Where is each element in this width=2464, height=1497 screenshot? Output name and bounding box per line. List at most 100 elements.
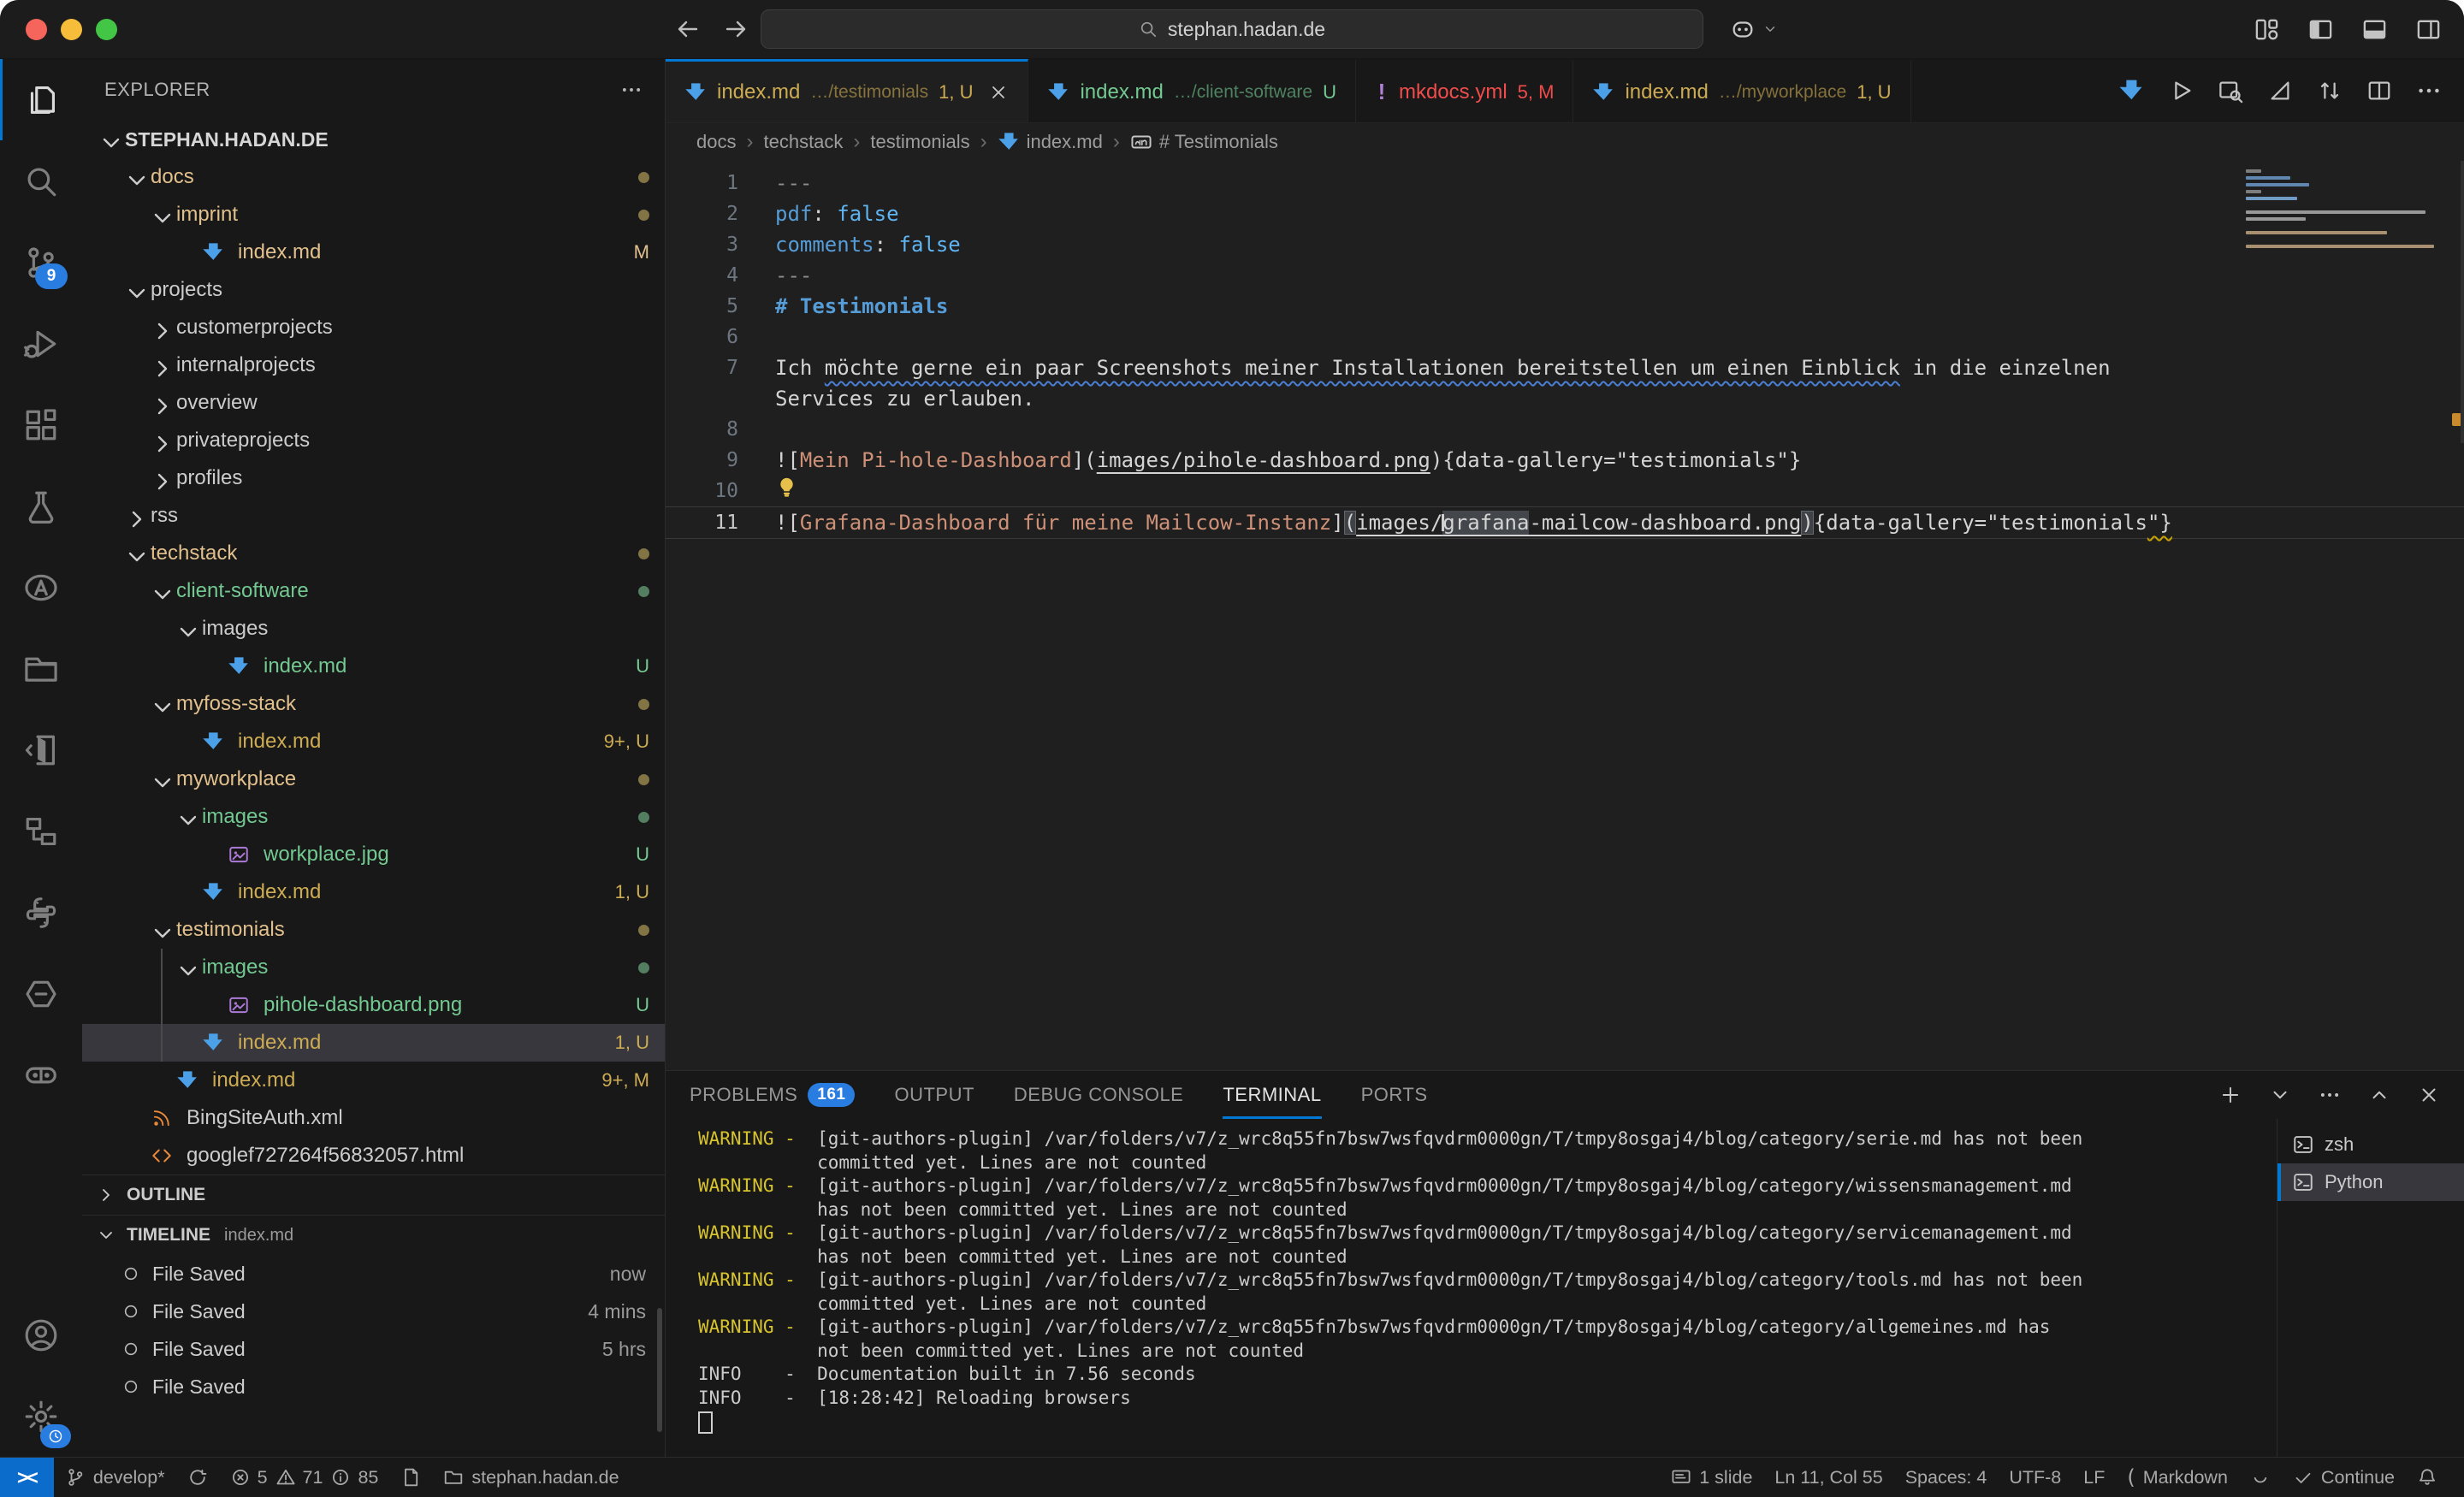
open-preview-side-icon[interactable]	[2218, 78, 2243, 104]
chevron-down-icon[interactable]	[1762, 21, 1778, 37]
zoom-window-button[interactable]	[96, 19, 117, 40]
tree-item-testimonials[interactable]: testimonials	[82, 911, 665, 949]
tree-item-index-md[interactable]: index.md9+, U	[82, 723, 665, 760]
marp-preview-icon[interactable]	[2267, 78, 2293, 104]
panel-tab-terminal[interactable]: TERMINAL	[1223, 1071, 1321, 1119]
tree-item-profiles[interactable]: profiles	[82, 459, 665, 497]
notifications[interactable]	[2406, 1458, 2449, 1497]
tree-item-images[interactable]: images	[82, 949, 665, 986]
code-line-6[interactable]: 6	[666, 322, 2464, 352]
tree-item-googlef727264f56832057-html[interactable]: googlef727264f56832057.html	[82, 1137, 665, 1175]
terminal-instance-python[interactable]: Python	[2277, 1163, 2464, 1201]
editor-file-status[interactable]	[389, 1458, 432, 1497]
tree-item-index-md[interactable]: index.md1, U	[82, 873, 665, 911]
activity-item-hexagon-extension[interactable]	[0, 953, 82, 1034]
code-action-lightbulb-icon[interactable]	[775, 476, 798, 499]
terminal-output[interactable]: WARNING - [git-authors-plugin] /var/fold…	[666, 1119, 2277, 1457]
activity-item-testing[interactable]	[0, 465, 82, 547]
copilot-icon[interactable]	[1730, 16, 1756, 42]
tree-item-rss[interactable]: rss	[82, 497, 665, 535]
tree-item-images[interactable]: images	[82, 610, 665, 648]
eol[interactable]: LF	[2072, 1458, 2116, 1497]
activity-item-live-preview[interactable]	[0, 709, 82, 790]
tree-item-myfoss-stack[interactable]: myfoss-stack	[82, 685, 665, 723]
editor-scrollbar[interactable]	[2461, 161, 2464, 443]
code-line-10[interactable]: 10	[666, 476, 2464, 506]
branch-status[interactable]: develop*	[54, 1458, 176, 1497]
explorer-more-actions-icon[interactable]	[620, 79, 643, 101]
sync-status[interactable]	[176, 1458, 219, 1497]
code-line-2[interactable]: 2pdf: false	[666, 198, 2464, 229]
tree-item-stephan-hadan-de[interactable]: STEPHAN.HADAN.DE	[82, 121, 665, 158]
activity-item-explorer[interactable]	[0, 59, 82, 140]
timeline-entry[interactable]: File Saved4 mins	[82, 1293, 665, 1330]
editor-pane[interactable]: 1---2pdf: false3comments: false4---5# Te…	[666, 161, 2464, 1070]
breadcrumb-item-index-md[interactable]: index.md	[998, 131, 1103, 153]
continue-status[interactable]: Continue	[2282, 1458, 2406, 1497]
close-panel-icon[interactable]	[2418, 1084, 2440, 1106]
toggle-secondary-sidebar-icon[interactable]	[2415, 16, 2442, 43]
tree-item-workplace-jpg[interactable]: workplace.jpgU	[82, 836, 665, 873]
tree-item-privateprojects[interactable]: privateprojects	[82, 422, 665, 459]
split-editor-icon[interactable]	[2366, 78, 2392, 104]
activity-item-run-debug[interactable]	[0, 303, 82, 384]
breadcrumb-item-testimonials[interactable]: testimonials	[870, 131, 969, 153]
code-line-11[interactable]: 11![Grafana-Dashboard für meine Mailcow-…	[666, 506, 2464, 539]
tree-item-bingsiteauth-xml[interactable]: BingSiteAuth.xml	[82, 1099, 665, 1137]
breadcrumb-item--testimonials[interactable]: # Testimonials	[1130, 131, 1278, 153]
panel-tab-ports[interactable]: PORTS	[1361, 1071, 1428, 1119]
tab-index.md-client-software[interactable]: index.md…/client-softwareU	[1028, 59, 1356, 122]
activity-item-python[interactable]	[0, 872, 82, 953]
panel-tab-problems[interactable]: PROBLEMS161	[690, 1071, 855, 1119]
language-mode[interactable]: (Markdown	[2116, 1458, 2239, 1497]
activity-item-search[interactable]	[0, 140, 82, 222]
terminal-instance-zsh[interactable]: zsh	[2277, 1126, 2464, 1163]
tab-index.md-myworkplace[interactable]: index.md…/myworkplace1, U	[1573, 59, 1910, 122]
code-line-wrap[interactable]: Services zu erlauben.	[666, 383, 2464, 414]
code-line-3[interactable]: 3comments: false	[666, 229, 2464, 260]
activity-item-source-control[interactable]: 9	[0, 222, 82, 303]
tree-item-index-md[interactable]: index.mdU	[82, 648, 665, 685]
new-terminal-button[interactable]	[2219, 1084, 2242, 1106]
tree-item-internalprojects[interactable]: internalprojects	[82, 346, 665, 384]
customize-layout-icon[interactable]	[2254, 16, 2280, 43]
code-line-9[interactable]: 9![Mein Pi-hole-Dashboard](images/pihole…	[666, 445, 2464, 476]
panel-tab-debug-console[interactable]: DEBUG CONSOLE	[1014, 1071, 1183, 1119]
timeline-entry[interactable]: File Saved	[82, 1368, 665, 1405]
activity-item-accounts[interactable]	[0, 1294, 82, 1376]
breadcrumb-item-techstack[interactable]: techstack	[763, 131, 843, 153]
maximize-panel-icon[interactable]	[2368, 1084, 2390, 1106]
tree-item-client-software[interactable]: client-software	[82, 572, 665, 610]
tree-item-images[interactable]: images	[82, 798, 665, 836]
activity-item-extensions[interactable]	[0, 384, 82, 465]
activity-item-folder-explorer[interactable]	[0, 628, 82, 709]
command-center-search[interactable]: stephan.hadan.de	[761, 9, 1703, 49]
tree-item-myworkplace[interactable]: myworkplace	[82, 760, 665, 798]
problems-status[interactable]: 57185	[219, 1458, 390, 1497]
tree-item-imprint[interactable]: imprint	[82, 196, 665, 234]
marp-slide-status[interactable]: 1 slide	[1660, 1458, 1763, 1497]
code-line-8[interactable]: 8	[666, 414, 2464, 445]
tree-item-customerprojects[interactable]: customerprojects	[82, 309, 665, 346]
indentation[interactable]: Spaces: 4	[1894, 1458, 1999, 1497]
workspace-status[interactable]: stephan.hadan.de	[432, 1458, 630, 1497]
tree-item-index-md[interactable]: index.md1, U	[82, 1024, 665, 1062]
toggle-panel-icon[interactable]	[2361, 16, 2388, 43]
close-tab-icon[interactable]	[988, 82, 1009, 103]
panel-tab-output[interactable]: OUTPUT	[894, 1071, 974, 1119]
tree-item-techstack[interactable]: techstack	[82, 535, 665, 572]
sidebar-scrollbar[interactable]	[657, 1308, 662, 1432]
panel-more-actions-icon[interactable]	[2319, 1084, 2341, 1106]
timeline-section[interactable]: TIMELINE index.md	[82, 1215, 665, 1255]
timeline-entry[interactable]: File Savednow	[82, 1255, 665, 1293]
navigate-forward-icon[interactable]	[722, 15, 749, 43]
close-window-button[interactable]	[26, 19, 47, 40]
navigate-back-icon[interactable]	[674, 15, 702, 43]
minimize-window-button[interactable]	[61, 19, 82, 40]
cursor-position[interactable]: Ln 11, Col 55	[1763, 1458, 1893, 1497]
synchronize-changes-icon[interactable]	[2317, 78, 2343, 104]
encoding[interactable]: UTF-8	[1998, 1458, 2072, 1497]
activity-item-project-hierarchy[interactable]	[0, 790, 82, 872]
tree-item-index-md[interactable]: index.md9+, M	[82, 1062, 665, 1099]
code-line-5[interactable]: 5# Testimonials	[666, 291, 2464, 322]
